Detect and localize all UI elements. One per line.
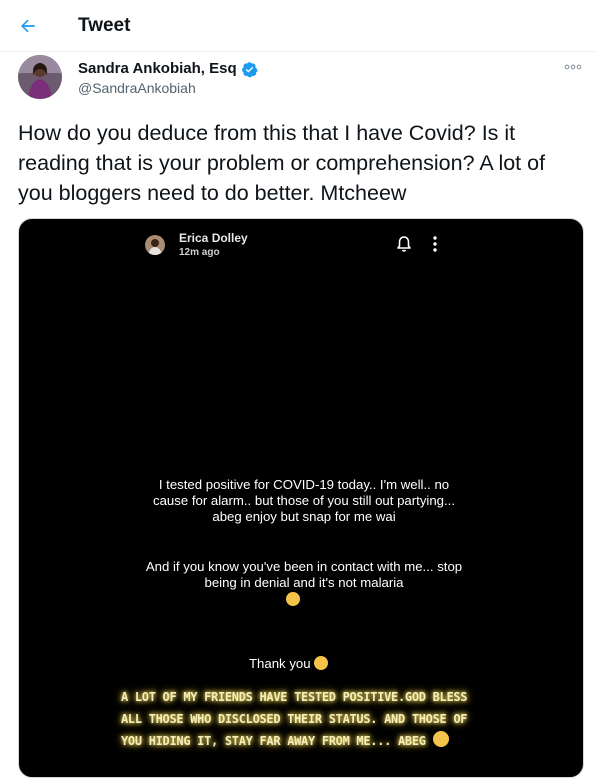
vertical-dots-icon: [433, 236, 437, 252]
verified-badge-icon: [241, 61, 258, 77]
story-caption: A LOT OF MY FRIENDS HAVE TESTED POSITIVE…: [121, 686, 485, 752]
story-user-name: Erica Dolley: [179, 231, 248, 245]
story-thanks: Thank you: [249, 656, 329, 672]
author-handle[interactable]: @SandraAnkobiah: [78, 80, 196, 96]
story-caption-line-3: YOU HIDING IT, STAY FAR AWAY FROM ME... …: [121, 734, 426, 748]
story-timestamp: 12m ago: [179, 247, 220, 258]
avatar[interactable]: [18, 55, 62, 99]
weary-face-emoji: [286, 591, 300, 609]
more-horizontal-icon: [564, 64, 582, 70]
story-caption-line-1: A LOT OF MY FRIENDS HAVE TESTED POSITIVE…: [121, 690, 468, 704]
story-thanks-text: Thank you: [249, 656, 311, 671]
story-avatar: [145, 235, 165, 255]
bell-icon: [397, 236, 411, 252]
smile-emoji: [314, 656, 329, 670]
author-name-row[interactable]: Sandra Ankobiah, Esq: [78, 60, 258, 78]
story-caption-line-2: ALL THOSE WHO DISCLOSED THEIR STATUS. AN…: [121, 712, 468, 726]
story-paragraph-2: And if you know you've been in contact w…: [145, 559, 463, 590]
back-button[interactable]: [14, 12, 42, 40]
more-button[interactable]: [562, 62, 584, 72]
page-title: Tweet: [78, 15, 131, 36]
arrow-left-icon: [21, 19, 35, 33]
story-paragraph-1: I tested positive for COVID-19 today.. I…: [153, 477, 455, 524]
author-name[interactable]: Sandra Ankobiah, Esq: [78, 60, 237, 78]
smile-emoji: [432, 731, 449, 747]
tweet-text: How do you deduce from this that I have …: [18, 121, 546, 205]
tweet-media-image[interactable]: Erica Dolley 12m ago I tested positive f…: [18, 218, 584, 778]
tweet-header: Tweet: [0, 0, 597, 52]
